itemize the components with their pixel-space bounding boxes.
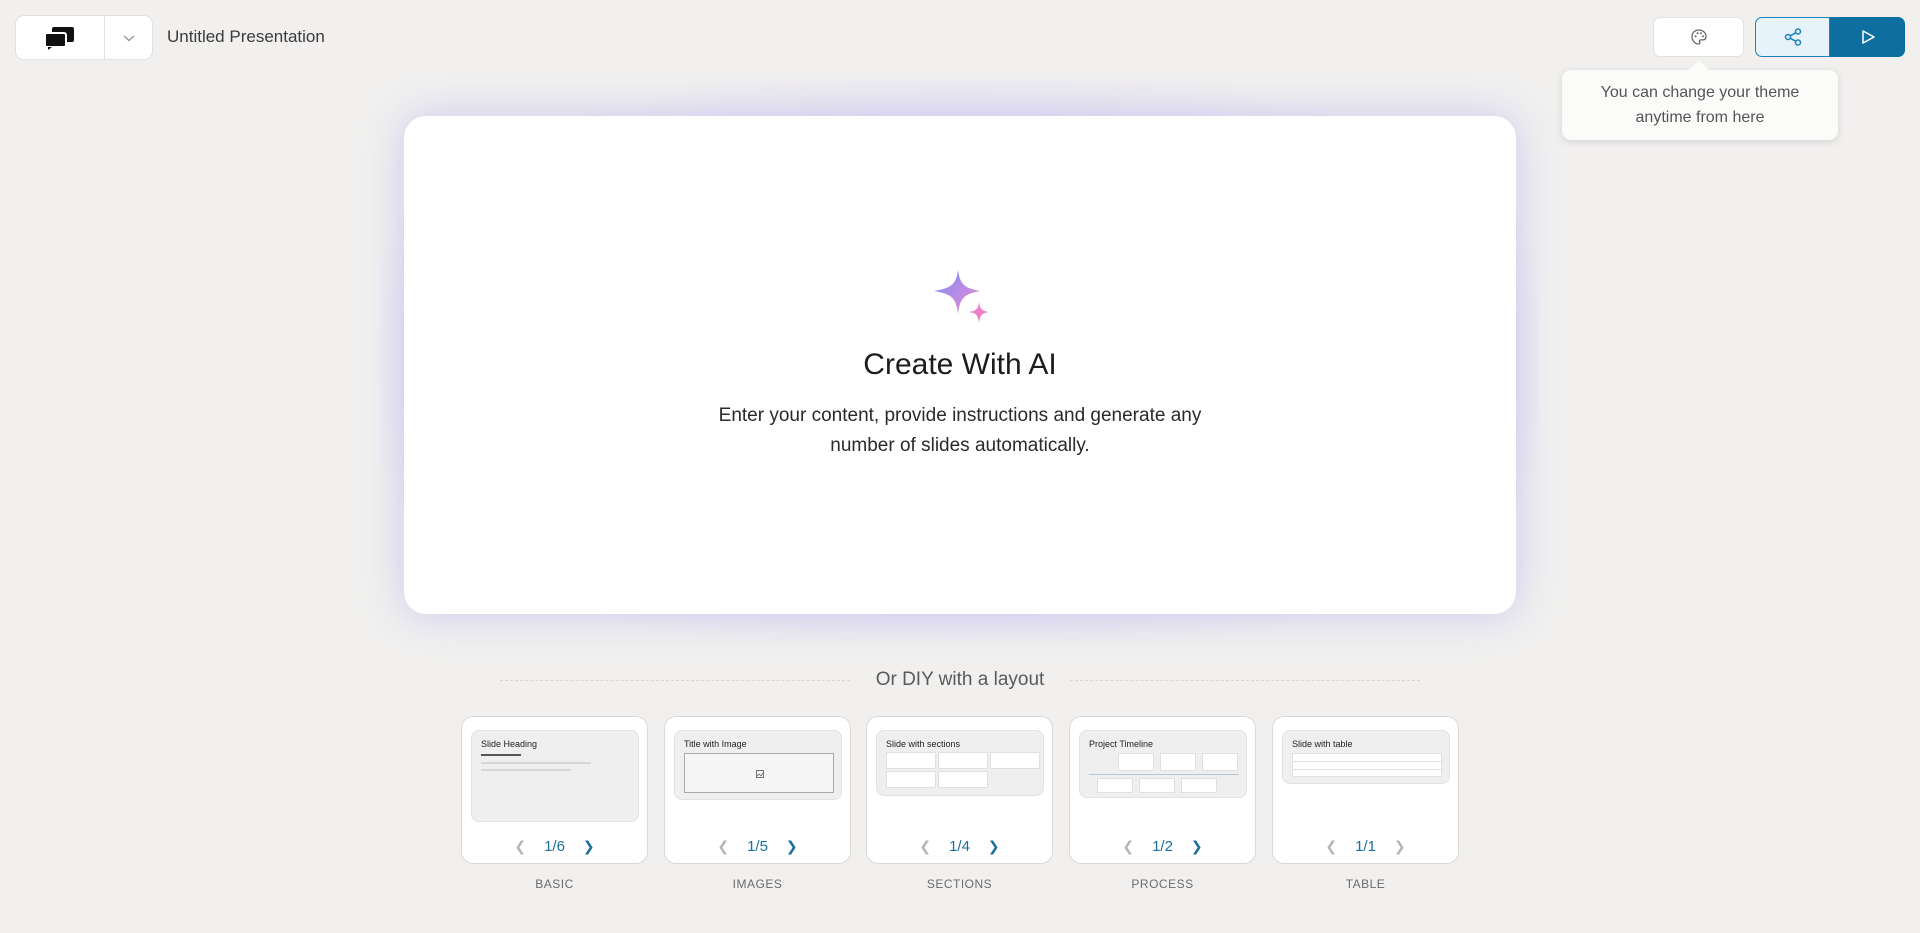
app-menu: [15, 15, 153, 60]
next-page-icon[interactable]: ❯: [1191, 839, 1203, 853]
image-placeholder: [684, 753, 834, 793]
logo-button[interactable]: [16, 16, 105, 59]
prev-page-icon[interactable]: ❮: [1122, 839, 1134, 853]
image-icon: [756, 770, 764, 778]
layout-table: Slide with table ❮ 1/1 ❯ TABLE: [1272, 716, 1459, 891]
palette-icon: [1690, 29, 1707, 45]
layout-preview: Slide with sections: [876, 730, 1044, 796]
preview-title: Slide with table: [1292, 739, 1353, 749]
tooltip-text: You can change your theme anytime from h…: [1600, 84, 1800, 126]
layout-card[interactable]: Slide with table ❮ 1/1 ❯: [1272, 716, 1459, 864]
app-menu-dropdown[interactable]: [105, 16, 152, 59]
page-count: 1/1: [1355, 837, 1376, 855]
preview-title: Title with Image: [684, 739, 747, 749]
layout-category: PROCESS: [1131, 877, 1194, 891]
theme-button[interactable]: [1653, 17, 1744, 57]
layout-pager: ❮ 1/6 ❯: [462, 835, 647, 857]
page-count: 1/2: [1152, 837, 1173, 855]
layout-preview: Slide with table: [1282, 730, 1450, 784]
prev-page-icon[interactable]: ❮: [919, 839, 931, 853]
share-button[interactable]: [1755, 17, 1830, 57]
prev-page-icon[interactable]: ❮: [514, 839, 526, 853]
present-button[interactable]: [1830, 17, 1905, 57]
layout-preview: Title with Image: [674, 730, 842, 800]
layout-card[interactable]: Project Timeline ❮ 1/2 ❯: [1069, 716, 1256, 864]
create-with-ai-card[interactable]: Create With AI Enter your content, provi…: [404, 116, 1516, 614]
page-count: 1/6: [544, 837, 565, 855]
ai-card-description: Enter your content, provide instructions…: [404, 401, 1516, 461]
chevron-down-icon: [122, 34, 135, 42]
ai-desc-line2: number of slides automatically.: [830, 435, 1090, 456]
diy-divider: Or DIY with a layout: [500, 666, 1420, 696]
next-page-icon[interactable]: ❯: [1394, 839, 1406, 853]
layout-category: IMAGES: [732, 877, 783, 891]
presentation-title[interactable]: Untitled Presentation: [167, 27, 325, 47]
layout-card[interactable]: Title with Image ❮ 1/5 ❯: [664, 716, 851, 864]
layout-category: SECTIONS: [926, 877, 993, 891]
layout-card[interactable]: Slide with sections ❮ 1/4 ❯: [866, 716, 1053, 864]
next-page-icon[interactable]: ❯: [583, 839, 595, 853]
sparkle-icon: [934, 270, 989, 323]
layout-basic: Slide Heading ❮ 1/6 ❯ BASIC: [461, 716, 648, 891]
page-count: 1/5: [747, 837, 768, 855]
prev-page-icon[interactable]: ❮: [717, 839, 729, 853]
layout-pager: ❮ 1/5 ❯: [665, 835, 850, 857]
play-icon: [1861, 30, 1875, 44]
preview-title: Slide Heading: [481, 739, 538, 749]
prev-page-icon[interactable]: ❮: [1325, 839, 1337, 853]
layout-category: BASIC: [535, 877, 574, 891]
next-page-icon[interactable]: ❯: [988, 839, 1000, 853]
ai-card-title: Create With AI: [863, 348, 1057, 381]
preview-title: Project Timeline: [1089, 739, 1154, 749]
diy-label: Or DIY with a layout: [875, 669, 1045, 690]
layout-process: Project Timeline ❮ 1/2 ❯ PROCESS: [1069, 716, 1256, 891]
layout-card[interactable]: Slide Heading ❮ 1/6 ❯: [461, 716, 648, 864]
layout-category: TABLE: [1345, 877, 1386, 891]
theme-tooltip: You can change your theme anytime from h…: [1562, 70, 1838, 140]
layout-pager: ❮ 1/4 ❯: [867, 835, 1052, 857]
top-bar: Untitled Presentation: [0, 0, 1920, 76]
preview-title: Slide with sections: [886, 739, 961, 749]
layout-preview: Project Timeline: [1079, 730, 1247, 798]
layout-sections: Slide with sections ❮ 1/4 ❯ SECTIONS: [866, 716, 1053, 891]
share-icon: [1784, 28, 1801, 46]
layout-images: Title with Image ❮ 1/5 ❯ IMAGES: [664, 716, 851, 891]
layout-preview: Slide Heading: [471, 730, 639, 822]
layout-pager: ❮ 1/2 ❯: [1070, 835, 1255, 857]
ai-desc-line1: Enter your content, provide instructions…: [718, 405, 1202, 426]
chat-bubbles-icon: [44, 26, 74, 50]
page-count: 1/4: [949, 837, 970, 855]
layout-pager: ❮ 1/1 ❯: [1273, 835, 1458, 857]
layout-gallery: Slide Heading ❮ 1/6 ❯ BASIC Title with I…: [461, 716, 1459, 896]
next-page-icon[interactable]: ❯: [786, 839, 798, 853]
